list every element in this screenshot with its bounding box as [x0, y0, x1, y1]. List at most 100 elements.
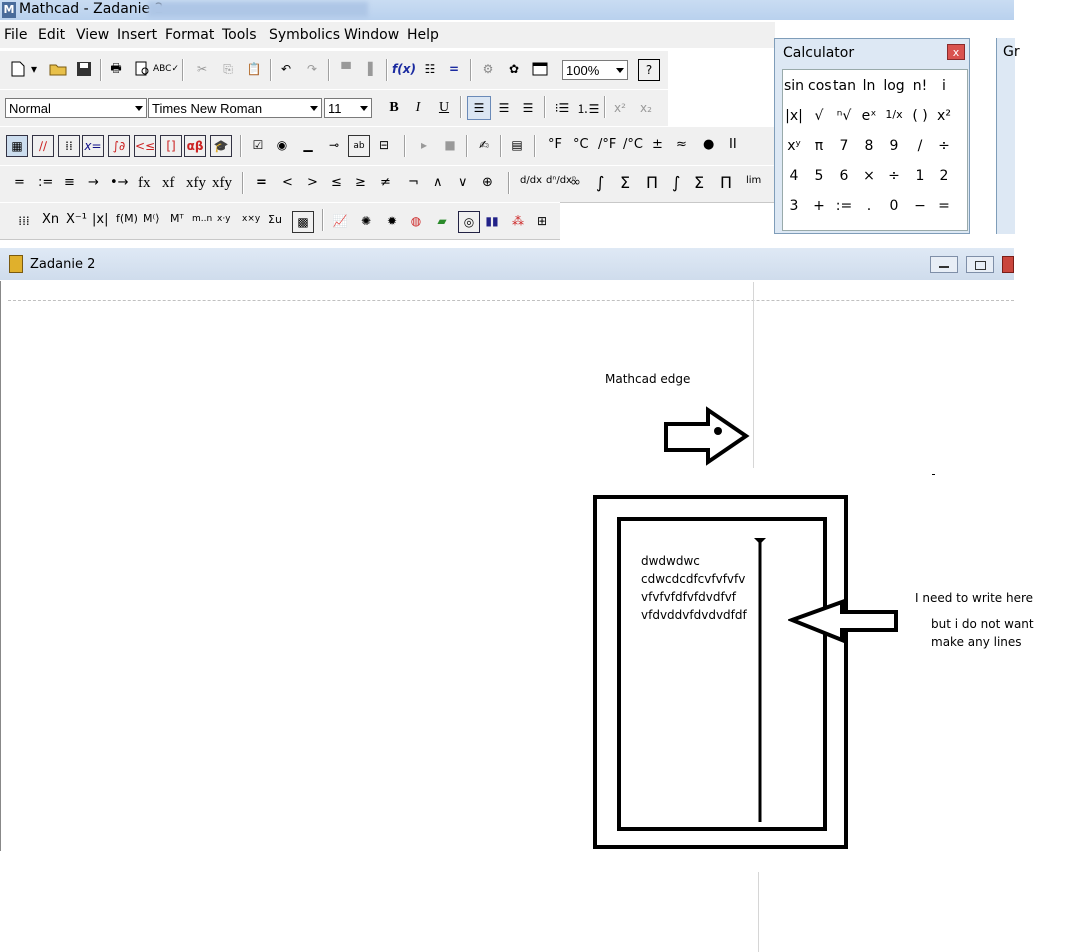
symbolic-toolbar-icon[interactable]: 🎓 [210, 135, 232, 157]
key-factorial[interactable]: n! [909, 78, 931, 94]
scatter-plot-icon[interactable]: ◎ [458, 211, 480, 233]
sum-symbol[interactable]: Σ [694, 173, 704, 192]
eval-infix[interactable]: xfy [186, 175, 206, 192]
print-icon[interactable]: 🖶 [106, 59, 126, 79]
delta-fahrenheit-symbol[interactable]: /°F [598, 137, 616, 152]
stop-icon[interactable]: ■ [440, 135, 460, 155]
menu-help[interactable]: Help [407, 27, 439, 43]
worksheet-area[interactable] [0, 281, 1015, 851]
window-icon[interactable] [530, 59, 550, 79]
eval-postfix[interactable]: xf [162, 175, 175, 192]
insert-function-icon[interactable]: f(x) [392, 59, 416, 79]
numbering-icon[interactable]: ⒈☰ [577, 98, 600, 118]
calculus-toolbar-icon[interactable]: ∫∂ [108, 135, 130, 157]
align-left-icon[interactable]: ☰ [467, 96, 491, 120]
cut-icon[interactable]: ✂ [192, 59, 212, 79]
new-document-icon[interactable] [8, 59, 28, 79]
key-divide[interactable]: ÷ [883, 168, 905, 184]
close-document-button[interactable] [1002, 256, 1014, 273]
vector-field-icon[interactable]: ⁂ [508, 211, 528, 231]
font-size-select[interactable]: 11 [324, 98, 372, 118]
greek-toolbar-icon[interactable]: αβ [184, 135, 206, 157]
print-preview-icon[interactable] [132, 59, 152, 79]
boolean-toolbar-icon[interactable]: <≤ [134, 135, 156, 157]
3d-bar-icon[interactable]: ▰ [432, 211, 452, 231]
menu-symbolics[interactable]: Symbolics [269, 27, 340, 43]
zoom-select[interactable]: 100% [562, 60, 628, 80]
script-icon[interactable]: ✍ [474, 135, 494, 155]
matrix-vectorize[interactable]: f(M) [116, 212, 138, 225]
delta-celsius-symbol[interactable]: /°C [623, 137, 643, 152]
key-dot[interactable]: . [858, 198, 880, 214]
bool-lte[interactable]: ≤ [331, 175, 342, 190]
key-minus[interactable]: − [909, 198, 931, 214]
insert-unit-icon[interactable]: ☷ [420, 59, 440, 79]
matrix-transpose[interactable]: Mᵀ [170, 212, 184, 225]
menu-edit[interactable]: Edit [38, 27, 65, 43]
key-nth-root[interactable]: ⁿ√ [833, 108, 855, 124]
italic-button[interactable]: I [408, 98, 428, 118]
bool-less[interactable]: < [282, 175, 293, 190]
radio-icon[interactable]: ◉ [272, 135, 292, 155]
key-square[interactable]: x² [933, 108, 955, 124]
menu-format[interactable]: Format [165, 27, 214, 43]
approx-symbol[interactable]: ≈ [676, 137, 687, 152]
menu-insert[interactable]: Insert [117, 27, 157, 43]
subscript-icon[interactable]: x₂ [636, 98, 656, 118]
key-log[interactable]: log [883, 78, 905, 94]
key-8[interactable]: 8 [858, 138, 880, 154]
key-cos[interactable]: cos [808, 78, 832, 94]
bool-or[interactable]: ∨ [458, 175, 468, 190]
listbox-icon[interactable]: ab [348, 135, 370, 157]
derivative-icon[interactable]: d/dx [520, 175, 542, 186]
combobox-icon[interactable]: ⊟ [374, 135, 394, 155]
key-divide-box[interactable]: ÷ [933, 138, 955, 154]
key-2[interactable]: 2 [933, 168, 955, 184]
fahrenheit-symbol[interactable]: °F [548, 137, 562, 152]
definite-integral-icon[interactable]: ∫ [596, 173, 604, 192]
key-sin[interactable]: sin [783, 78, 805, 94]
key-ln[interactable]: ln [858, 78, 880, 94]
help-icon[interactable]: ? [638, 59, 660, 81]
vector-sum[interactable]: Σu [268, 213, 282, 226]
matrix-column[interactable]: M⁽⟩ [143, 212, 159, 225]
key-pi[interactable]: π [808, 138, 830, 154]
bool-neq[interactable]: ≠ [380, 175, 391, 190]
key-define[interactable]: := [833, 198, 855, 214]
key-abs[interactable]: |x| [783, 108, 805, 124]
align-right-icon[interactable]: ☰ [518, 98, 538, 118]
key-4[interactable]: 4 [783, 168, 805, 184]
matrix-determinant[interactable]: |x| [92, 212, 108, 227]
menu-tools[interactable]: Tools [222, 27, 257, 43]
key-equals[interactable]: = [933, 198, 955, 214]
play-icon[interactable]: ▸ [414, 135, 434, 155]
align-down-icon[interactable]: ▐ [358, 59, 378, 79]
xy-plot-icon[interactable]: 📈 [330, 211, 350, 231]
bool-not[interactable]: ¬ [408, 175, 419, 190]
programming-toolbar-icon[interactable]: [] [160, 135, 182, 157]
eval-global-define[interactable]: ≡ [64, 175, 75, 190]
menu-window[interactable]: Window [344, 27, 399, 43]
cross-product[interactable]: x×y [242, 214, 260, 224]
eval-treefix[interactable]: xfy [212, 175, 232, 192]
save-icon[interactable] [74, 59, 94, 79]
celsius-symbol[interactable]: °C [573, 137, 589, 152]
infinity-symbol[interactable]: ∞ [570, 175, 581, 190]
key-3[interactable]: 3 [783, 198, 805, 214]
redo-icon[interactable]: ↷ [302, 59, 322, 79]
eval-equals[interactable]: = [14, 175, 25, 190]
resources-icon[interactable]: ✿ [504, 59, 524, 79]
key-1[interactable]: 1 [909, 168, 931, 184]
bar-chart-icon[interactable]: ▮▮ [482, 211, 502, 231]
insert-matrix-icon[interactable]: ⁞⁞⁞ [14, 211, 34, 231]
minimize-button[interactable] [930, 256, 958, 273]
picture-icon[interactable]: ▩ [292, 211, 314, 233]
key-6[interactable]: 6 [833, 168, 855, 184]
eval-keyword[interactable]: •→ [110, 175, 129, 190]
range-product-icon[interactable]: Π [646, 173, 658, 192]
eval-prefix[interactable]: fx [138, 175, 151, 192]
matrix-toolbar-icon[interactable]: ⁞⁞ [58, 135, 80, 157]
key-parens[interactable]: ( ) [909, 108, 931, 124]
key-9[interactable]: 9 [883, 138, 905, 154]
key-tan[interactable]: tan [833, 78, 856, 94]
